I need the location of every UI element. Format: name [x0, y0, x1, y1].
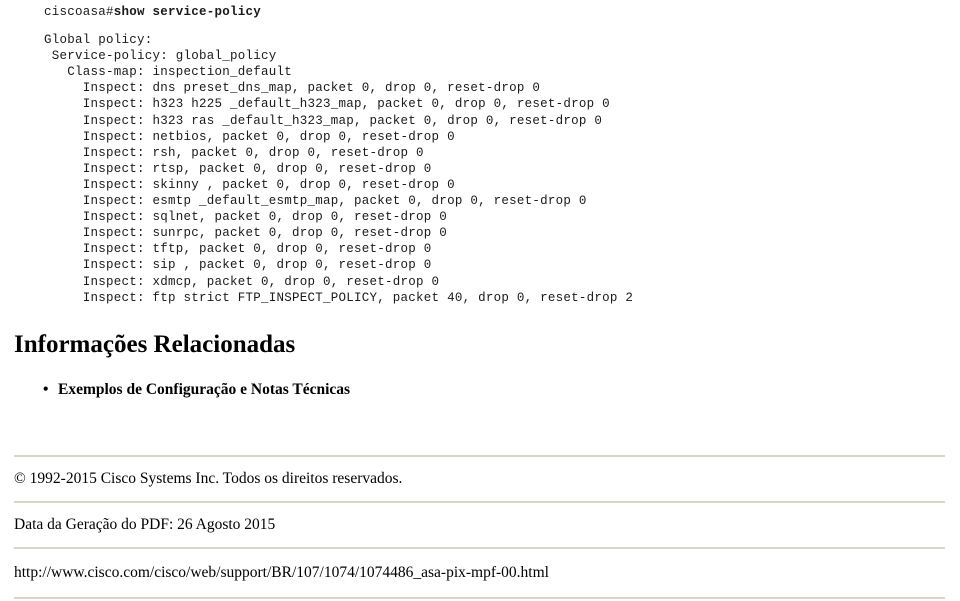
- console-line: Inspect: h323 ras _default_h323_map, pac…: [44, 113, 603, 128]
- console-output-block: ciscoasa#show service-policy Global poli…: [0, 0, 960, 306]
- related-information-section: Informações Relacionadas • Exemplos de C…: [0, 330, 960, 400]
- related-link-label[interactable]: Exemplos de Configuração e Notas Técnica…: [58, 381, 350, 398]
- console-prompt: ciscoasa#: [44, 5, 114, 19]
- console-line: Inspect: tftp, packet 0, drop 0, reset-d…: [44, 242, 432, 257]
- console-line: Inspect: sqlnet, packet 0, drop 0, reset…: [44, 210, 448, 225]
- console-line: Inspect: rsh, packet 0, drop 0, reset-dr…: [44, 145, 424, 160]
- source-url[interactable]: http://www.cisco.com/cisco/web/support/B…: [0, 549, 960, 597]
- console-line: Inspect: sip , packet 0, drop 0, reset-d…: [44, 258, 432, 273]
- console-line: Inspect: h323 h225 _default_h323_map, pa…: [44, 97, 610, 112]
- console-prompt-line: ciscoasa#show service-policy: [0, 0, 960, 32]
- console-line: Inspect: dns preset_dns_map, packet 0, d…: [44, 81, 541, 96]
- console-line: Global policy:: [44, 33, 153, 48]
- console-line: Inspect: ftp strict FTP_INSPECT_POLICY, …: [44, 290, 634, 305]
- related-information-heading: Informações Relacionadas: [14, 331, 296, 358]
- list-item[interactable]: • Exemplos de Configuração e Notas Técni…: [0, 380, 960, 400]
- related-information-list: • Exemplos de Configuração e Notas Técni…: [0, 380, 960, 400]
- console-command: show service-policy: [113, 5, 262, 19]
- console-line: Inspect: skinny , packet 0, drop 0, rese…: [44, 177, 455, 192]
- console-line: Inspect: netbios, packet 0, drop 0, rese…: [44, 129, 455, 144]
- copyright-text: © 1992-2015 Cisco Systems Inc. Todos os …: [14, 470, 403, 487]
- console-line: Inspect: xdmcp, packet 0, drop 0, reset-…: [44, 274, 440, 289]
- footer-divider-bottom: [14, 597, 945, 599]
- console-line: Inspect: sunrpc, packet 0, drop 0, reset…: [44, 226, 448, 241]
- console-line: Inspect: esmtp _default_esmtp_map, packe…: [44, 194, 587, 209]
- pdf-generation-date: Data da Geração do PDF: 26 Agosto 2015: [14, 516, 276, 533]
- console-line: Service-policy: global_policy: [44, 49, 277, 64]
- bullet-icon: •: [43, 381, 49, 398]
- page-footer: © 1992-2015 Cisco Systems Inc. Todos os …: [0, 455, 960, 599]
- console-line: Inspect: rtsp, packet 0, drop 0, reset-d…: [44, 161, 432, 176]
- console-line: Class-map: inspection_default: [44, 65, 293, 80]
